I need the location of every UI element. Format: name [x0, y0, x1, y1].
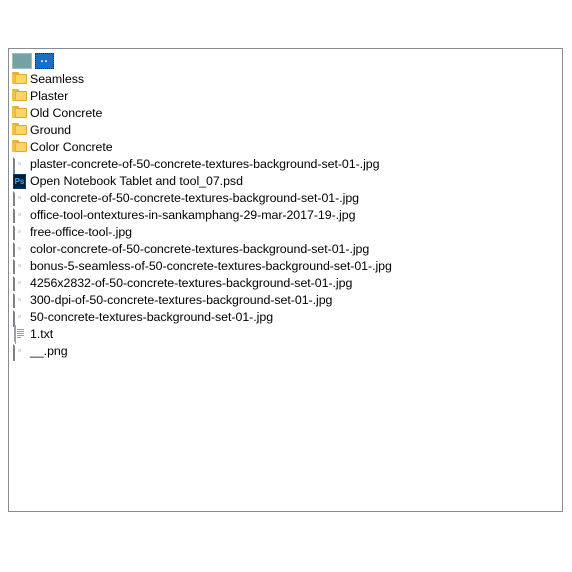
folder-icon: [11, 71, 29, 88]
file-list[interactable]: .. Seamless Plaster Old Concrete Ground Color…: [9, 51, 562, 361]
file-row[interactable]: Seamless: [9, 71, 562, 88]
file-name-label: 1.txt: [30, 327, 54, 341]
image-file-icon: [11, 308, 29, 327]
file-name-label: color-concrete-of-50-concrete-textures-b…: [30, 242, 370, 256]
file-name-label: 50-concrete-textures-background-set-01-.…: [30, 310, 274, 324]
file-name-label: old-concrete-of-50-concrete-textures-bac…: [30, 191, 360, 205]
file-row[interactable]: 50-concrete-textures-background-set-01-.…: [9, 308, 562, 327]
parent-folder-icon: [12, 53, 32, 69]
file-row[interactable]: free-office-tool-.jpg: [9, 223, 562, 242]
file-name-label: Open Notebook Tablet and tool_07.psd: [30, 174, 243, 188]
image-file-icon: [11, 189, 29, 208]
file-name-label: Ground: [30, 123, 72, 137]
folder-icon: [11, 88, 29, 105]
file-row[interactable]: Ground: [9, 122, 562, 139]
file-name-label: Color Concrete: [30, 140, 113, 154]
file-name-label: free-office-tool-.jpg: [30, 225, 133, 239]
file-row[interactable]: 1.txt: [9, 325, 562, 344]
image-file-icon: [11, 155, 29, 174]
folder-icon: [11, 139, 29, 156]
file-name-label: ..: [40, 53, 49, 65]
file-name-label: plaster-concrete-of-50-concrete-textures…: [30, 157, 380, 171]
file-row[interactable]: Old Concrete: [9, 105, 562, 122]
file-name-label: __.png: [30, 344, 68, 358]
text-file-icon: [11, 325, 29, 344]
file-name-label: Old Concrete: [30, 106, 103, 120]
file-name-label: office-tool-ontextures-in-sankamphang-29…: [30, 208, 356, 222]
file-row[interactable]: old-concrete-of-50-concrete-textures-bac…: [9, 189, 562, 208]
file-name-label: 4256x2832-of-50-concrete-textures-backgr…: [30, 276, 353, 290]
file-name-label: Plaster: [30, 89, 69, 103]
file-row[interactable]: Plaster: [9, 88, 562, 105]
file-row[interactable]: 4256x2832-of-50-concrete-textures-backgr…: [9, 274, 562, 293]
file-browser-panel[interactable]: .. Seamless Plaster Old Concrete Ground Color…: [8, 48, 563, 512]
file-row[interactable]: color-concrete-of-50-concrete-textures-b…: [9, 240, 562, 259]
photoshop-file-icon: Ps: [11, 173, 29, 190]
image-file-icon: [11, 291, 29, 310]
image-file-icon: [11, 223, 29, 242]
image-file-icon: [11, 274, 29, 293]
file-row[interactable]: Color Concrete: [9, 139, 562, 156]
selected-item-highlight[interactable]: ..: [35, 53, 54, 69]
file-row[interactable]: Ps Open Notebook Tablet and tool_07.psd: [9, 173, 562, 190]
image-file-icon: [11, 206, 29, 225]
file-row[interactable]: bonus-5-seamless-of-50-concrete-textures…: [9, 257, 562, 276]
file-row[interactable]: office-tool-ontextures-in-sankamphang-29…: [9, 206, 562, 225]
file-row[interactable]: __.png: [9, 342, 562, 361]
file-name-label: bonus-5-seamless-of-50-concrete-textures…: [30, 259, 392, 273]
parent-directory-row[interactable]: ..: [9, 51, 562, 71]
image-file-icon: [11, 257, 29, 276]
file-name-label: Seamless: [30, 72, 85, 86]
image-file-icon: [11, 342, 29, 361]
file-row[interactable]: 300-dpi-of-50-concrete-textures-backgrou…: [9, 291, 562, 310]
folder-icon: [11, 122, 29, 139]
image-file-icon: [11, 240, 29, 259]
file-row[interactable]: plaster-concrete-of-50-concrete-textures…: [9, 155, 562, 174]
folder-icon: [11, 105, 29, 122]
file-name-label: 300-dpi-of-50-concrete-textures-backgrou…: [30, 293, 333, 307]
